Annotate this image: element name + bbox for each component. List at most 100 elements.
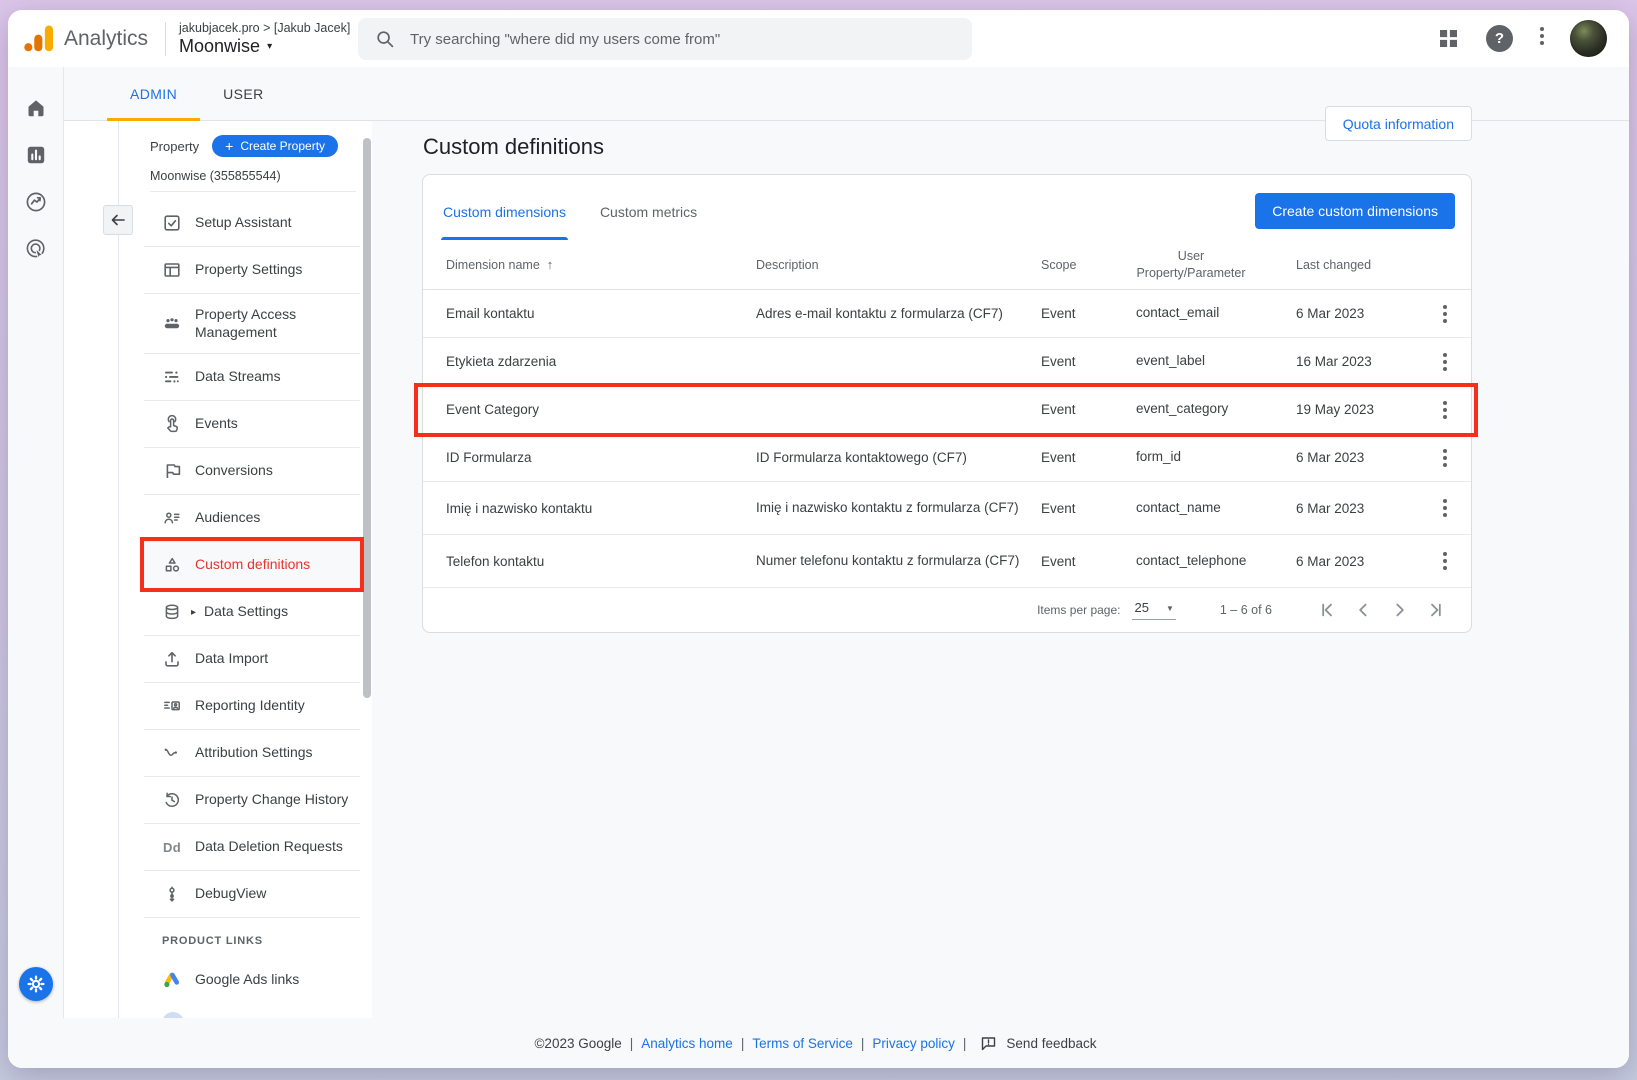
sidebar-item-data-settings[interactable]: ▸ Data Settings (144, 588, 360, 635)
history-icon (162, 790, 182, 810)
create-property-button[interactable]: + Create Property (212, 135, 338, 157)
quota-information-button[interactable]: Quota information (1325, 106, 1472, 141)
sidebar-item-label: Events (195, 415, 238, 433)
sidebar-item-data-streams[interactable]: Data Streams (144, 353, 360, 400)
table-pagination: Items per page: 25 ▼ 1 – 6 of 6 (423, 588, 1471, 632)
search-input[interactable] (408, 30, 952, 49)
flag-icon (162, 461, 182, 481)
analytics-window: Analytics jakubjacek.pro > [Jakub Jacek]… (8, 10, 1629, 1068)
sort-ascending-icon: ↑ (547, 257, 554, 272)
footer-link-analytics-home[interactable]: Analytics home (641, 1036, 733, 1051)
dropdown-caret-icon: ▼ (1166, 604, 1174, 615)
table-row-event-category-highlighted[interactable]: Event Category Event event_category 19 M… (423, 386, 1471, 434)
plus-icon: + (225, 139, 233, 153)
sidebar-item-data-import[interactable]: Data Import (144, 635, 360, 682)
header-divider (165, 22, 166, 56)
tab-custom-dimensions[interactable]: Custom dimensions (441, 204, 568, 240)
sidebar-item-attribution-settings[interactable]: Attribution Settings (144, 729, 360, 776)
help-icon[interactable]: ? (1486, 25, 1513, 52)
upload-icon (162, 649, 182, 669)
sidebar-item-data-deletion-requests[interactable]: Dd Data Deletion Requests (144, 823, 360, 870)
debugview-icon (162, 884, 182, 904)
home-icon[interactable] (24, 96, 48, 120)
sidebar-item-setup-assistant[interactable]: Setup Assistant (144, 199, 360, 246)
sidebar-item-property-access-management[interactable]: Property Access Management (144, 293, 360, 353)
property-settings-icon (162, 260, 182, 280)
table-row[interactable]: Telefon kontaktu Numer telefonu kontaktu… (423, 535, 1471, 588)
row-more-options-icon[interactable] (1437, 493, 1453, 523)
create-custom-dimensions-button[interactable]: Create custom dimensions (1255, 193, 1455, 229)
column-last-changed: Last changed (1296, 258, 1416, 272)
footer-link-terms-of-service[interactable]: Terms of Service (752, 1036, 853, 1051)
row-more-options-icon[interactable] (1437, 299, 1453, 329)
sidebar-item-debugview[interactable]: DebugView (144, 870, 360, 917)
sidebar-item-property-change-history[interactable]: Property Change History (144, 776, 360, 823)
touch-event-icon (162, 414, 182, 434)
table-row[interactable]: Email kontaktu Adres e-mail kontaktu z f… (423, 290, 1471, 338)
sidebar-item-conversions[interactable]: Conversions (144, 447, 360, 494)
reports-icon[interactable] (24, 143, 48, 167)
sidebar-item-label: Conversions (195, 462, 273, 480)
next-page-icon[interactable] (1388, 598, 1412, 622)
sidebar-item-label: Custom definitions (195, 556, 310, 574)
database-icon (162, 602, 182, 622)
pagination-range: 1 – 6 of 6 (1220, 603, 1272, 617)
sidebar-item-label: Property Access Management (195, 306, 360, 341)
analytics-logo[interactable]: Analytics (8, 24, 148, 53)
sidebar-item-reporting-identity[interactable]: Reporting Identity (144, 682, 360, 729)
admin-area: ADMIN USER Property (64, 67, 1629, 1068)
sidebar-item-label: Attribution Settings (195, 744, 313, 762)
first-page-icon[interactable] (1314, 598, 1338, 622)
last-page-icon[interactable] (1425, 598, 1449, 622)
sidebar-item-label: Data Deletion Requests (195, 838, 343, 856)
top-app-bar: Analytics jakubjacek.pro > [Jakub Jacek]… (8, 10, 1629, 67)
apps-grid-icon[interactable] (1437, 27, 1460, 50)
tab-user[interactable]: USER (200, 67, 287, 120)
previous-page-icon[interactable] (1351, 598, 1375, 622)
property-selector[interactable]: Moonwise ▾ (179, 36, 350, 57)
sidebar-item-label: Property Change History (195, 791, 348, 809)
property-menu: Setup Assistant Property Settings (144, 199, 360, 1018)
send-feedback-button[interactable]: Send feedback (974, 1034, 1102, 1053)
row-more-options-icon[interactable] (1437, 443, 1453, 473)
row-more-options-icon[interactable] (1437, 347, 1453, 377)
advertising-icon[interactable] (24, 237, 48, 261)
row-more-options-icon[interactable] (1437, 546, 1453, 576)
sidebar-item-property-settings[interactable]: Property Settings (144, 246, 360, 293)
current-property-id[interactable]: Moonwise (355855544) (150, 169, 281, 183)
sidebar-scrollbar[interactable] (363, 138, 371, 698)
sidebar-item-label: Setup Assistant (195, 214, 292, 232)
more-options-icon[interactable] (1540, 27, 1544, 45)
chevron-down-icon: ▾ (267, 41, 272, 52)
sidebar-item-label: Reporting Identity (195, 697, 305, 715)
sidebar-item-audiences[interactable]: Audiences (144, 494, 360, 541)
table-row[interactable]: Etykieta zdarzenia Event event_label 16 … (423, 338, 1471, 386)
custom-definitions-card: Custom dimensions Custom metrics Create … (422, 174, 1472, 633)
admin-gear-icon[interactable] (19, 967, 53, 1001)
explore-icon[interactable] (24, 190, 48, 214)
row-more-options-icon[interactable] (1437, 395, 1453, 425)
breadcrumb[interactable]: jakubjacek.pro > [Jakub Jacek] (179, 21, 350, 35)
collapse-sidebar-button[interactable] (103, 205, 133, 235)
table-row[interactable]: Imię i nazwisko kontaktu Imię i nazwisko… (423, 482, 1471, 535)
column-description: Description (756, 258, 1041, 272)
sidebar-item-custom-definitions[interactable]: Custom definitions (144, 541, 360, 588)
tab-custom-metrics[interactable]: Custom metrics (598, 204, 699, 240)
column-dimension-name[interactable]: Dimension name ↑ (423, 257, 756, 272)
google-ads-icon (162, 970, 182, 990)
tab-admin[interactable]: ADMIN (107, 67, 200, 120)
sidebar-item-events[interactable]: Events (144, 400, 360, 447)
search-bar[interactable] (358, 18, 972, 60)
desktop-background: Analytics jakubjacek.pro > [Jakub Jacek]… (0, 0, 1637, 1080)
property-section-label: Property (150, 139, 199, 154)
items-per-page-select[interactable]: 25 ▼ (1132, 600, 1175, 620)
card-tabs: Custom dimensions Custom metrics Create … (423, 175, 1471, 240)
table-row[interactable]: ID Formularza ID Formularza kontaktowego… (423, 434, 1471, 482)
page-title: Custom definitions (423, 134, 604, 160)
account-property-block: jakubjacek.pro > [Jakub Jacek] Moonwise … (179, 21, 350, 57)
sidebar-item-google-ads-links[interactable]: Google Ads links (144, 956, 360, 1003)
footer-link-privacy-policy[interactable]: Privacy policy (872, 1036, 955, 1051)
sidebar-item-label: Property Settings (195, 261, 302, 279)
divider (150, 191, 356, 192)
avatar[interactable] (1570, 20, 1607, 57)
